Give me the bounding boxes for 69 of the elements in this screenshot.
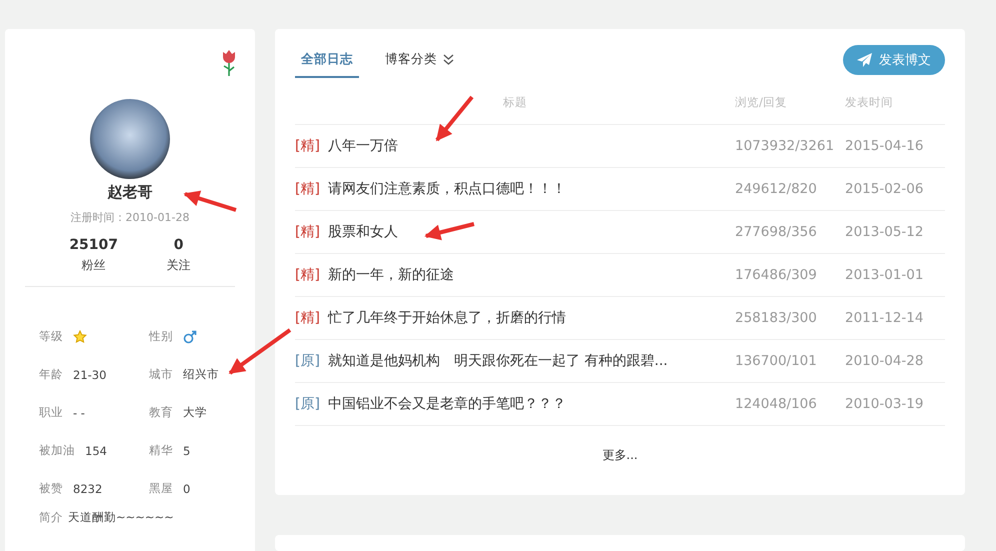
rose-icon bbox=[221, 49, 237, 77]
detail-label: 黑屋 bbox=[149, 481, 173, 496]
more-link[interactable]: 更多... bbox=[602, 448, 638, 462]
registration-date: 注册时间：2010-01-28 bbox=[70, 210, 190, 225]
post-date: 2013-01-01 bbox=[845, 267, 924, 283]
view-reply-count: 277698/356 bbox=[735, 224, 818, 240]
detail-value: 154 bbox=[85, 444, 107, 458]
column-header: 发表时间 bbox=[845, 94, 894, 110]
post-tag: [原] bbox=[295, 395, 320, 413]
post-title-link[interactable]: 中国铝业不会又是老章的手笔吧？？？ bbox=[328, 395, 566, 413]
detail-label: 教育 bbox=[149, 405, 173, 420]
post-date: 2011-12-14 bbox=[845, 310, 924, 326]
view-reply-count: 258183/300 bbox=[735, 310, 818, 326]
detail-label: 城市 bbox=[149, 367, 173, 382]
stat-value: 0 bbox=[174, 237, 184, 253]
detail-label: 精华 bbox=[149, 443, 173, 458]
post-date: 2010-04-28 bbox=[845, 353, 924, 369]
post-tag: [原] bbox=[295, 352, 320, 370]
stat-value: 25107 bbox=[69, 237, 118, 253]
post-title-link[interactable]: 股票和女人 bbox=[328, 223, 398, 241]
detail-value: 21-30 bbox=[73, 368, 106, 382]
post-tag: [精] bbox=[295, 223, 320, 241]
view-reply-count: 1073932/3261 bbox=[735, 138, 836, 154]
post-title-link[interactable]: 八年一万倍 bbox=[328, 137, 398, 155]
annotation-arrow bbox=[424, 222, 474, 240]
post-date: 2013-05-12 bbox=[845, 224, 924, 240]
post-title-link[interactable]: 就知道是他妈机构 明天跟你死在一起了 有种的跟碧... bbox=[328, 352, 668, 370]
post-date: 2015-04-16 bbox=[845, 138, 924, 154]
detail-value: 0 bbox=[183, 482, 190, 496]
detail-value: 大学 bbox=[183, 405, 207, 420]
user-name: 赵老哥 bbox=[108, 183, 152, 202]
column-header: 标题 bbox=[502, 94, 528, 110]
post-title-link[interactable]: 忙了几年终于开始休息了，折磨的行情 bbox=[328, 309, 566, 327]
star-icon bbox=[73, 330, 87, 344]
detail-label: 性别 bbox=[149, 329, 173, 344]
post-title-link[interactable]: 新的一年，新的征途 bbox=[328, 266, 454, 284]
detail-label: 被赞 bbox=[39, 481, 63, 496]
view-reply-count: 124048/106 bbox=[735, 396, 818, 412]
male-icon bbox=[183, 330, 197, 344]
annotation-arrow bbox=[228, 328, 292, 375]
detail-label: 年龄 bbox=[39, 367, 63, 382]
column-header: 浏览/回复 bbox=[735, 94, 788, 110]
detail-value: 5 bbox=[183, 444, 190, 458]
detail-label: 被加油 bbox=[39, 443, 75, 458]
post-tag: [精] bbox=[295, 180, 320, 198]
bio-text: 天道酬勤~~~~~~ bbox=[68, 510, 174, 525]
view-reply-count: 136700/101 bbox=[735, 353, 818, 369]
view-reply-count: 249612/820 bbox=[735, 181, 818, 197]
post-tag: [精] bbox=[295, 266, 320, 284]
detail-label: 职业 bbox=[39, 405, 63, 420]
bio-label: 简介 bbox=[39, 510, 63, 525]
paper-plane-icon bbox=[857, 53, 873, 67]
annotation-arrow bbox=[435, 96, 474, 142]
post-title-link[interactable]: 请网友们注意素质，积点口德吧！！！ bbox=[328, 180, 566, 198]
post-date: 2010-03-19 bbox=[845, 396, 924, 412]
stat-label: 粉丝 bbox=[82, 257, 106, 274]
detail-value: 8232 bbox=[73, 482, 102, 496]
annotation-arrow bbox=[183, 190, 237, 212]
detail-label: 等级 bbox=[39, 329, 63, 344]
tab[interactable]: 博客分类 bbox=[379, 45, 460, 78]
view-reply-count: 176486/309 bbox=[735, 267, 818, 283]
detail-value: 绍兴市 bbox=[183, 367, 219, 382]
post-tag: [精] bbox=[295, 137, 320, 155]
chevron-down-icon bbox=[443, 54, 454, 65]
tab[interactable]: 全部日志 bbox=[295, 45, 359, 78]
post-tag: [精] bbox=[295, 309, 320, 327]
detail-value: - - bbox=[73, 406, 85, 420]
post-date: 2015-02-06 bbox=[845, 181, 924, 197]
stat-label: 关注 bbox=[166, 257, 191, 274]
